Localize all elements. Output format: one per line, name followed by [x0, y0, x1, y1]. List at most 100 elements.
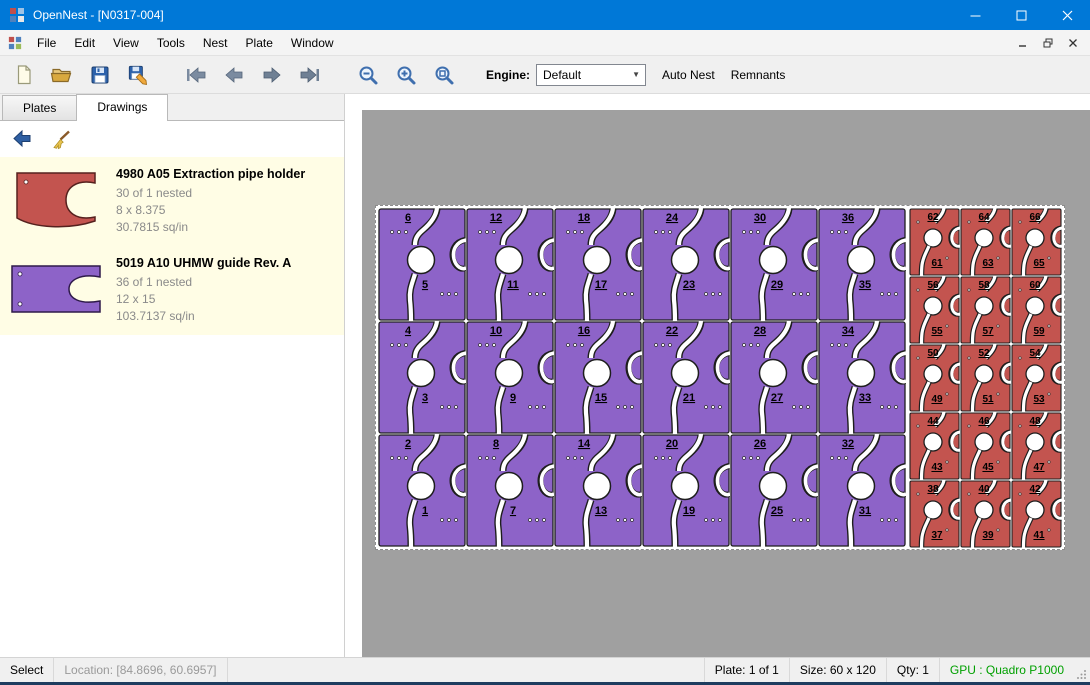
nest-part-pair[interactable]: 28 27: [730, 321, 818, 434]
close-icon: [1062, 10, 1073, 21]
resize-grip[interactable]: [1074, 658, 1090, 682]
nest-part-pair[interactable]: 58 57: [960, 276, 1011, 344]
part-number: 65: [1033, 258, 1045, 269]
drill-hole: [888, 406, 891, 409]
mdi-restore-button[interactable]: [1037, 34, 1059, 52]
nest-part-pair[interactable]: 12 11: [466, 208, 554, 321]
drill-hole: [917, 221, 919, 223]
panel-tabstrip: Plates Drawings: [0, 94, 344, 121]
drill-hole: [757, 231, 760, 234]
nest-part-pair[interactable]: 20 19: [642, 434, 730, 547]
nest-part-pair[interactable]: 46 45: [960, 412, 1011, 480]
nest-part-pair[interactable]: 62 61: [909, 208, 960, 276]
nest-part-pair[interactable]: 22 21: [642, 321, 730, 434]
part-number: 57: [982, 326, 994, 337]
zoom-fit-button[interactable]: [428, 59, 460, 91]
drill-hole: [757, 457, 760, 460]
nest-part-pair[interactable]: 18 17: [554, 208, 642, 321]
drill-hole: [807, 406, 810, 409]
drawings-toolbar: [0, 121, 344, 157]
menu-tools[interactable]: Tools: [148, 32, 194, 54]
nest-part-pair[interactable]: 26 25: [730, 434, 818, 547]
drill-hole: [617, 406, 620, 409]
auto-nest-button[interactable]: Auto Nest: [662, 68, 715, 82]
nest-part-pair[interactable]: 32 31: [818, 434, 906, 547]
drill-hole: [800, 519, 803, 522]
drill-hole: [655, 231, 658, 234]
mdi-close-button[interactable]: [1062, 34, 1084, 52]
next-plate-button[interactable]: [256, 59, 288, 91]
nest-part-pair[interactable]: 36 35: [818, 208, 906, 321]
drill-hole: [838, 344, 841, 347]
nest-canvas[interactable]: 6 5 12 11 18 17 24 23 30 29 36: [362, 110, 1090, 657]
drill-hole: [567, 457, 570, 460]
tab-plates[interactable]: Plates: [2, 95, 77, 120]
drill-hole: [536, 406, 539, 409]
zoom-in-button[interactable]: [390, 59, 422, 91]
menu-nest[interactable]: Nest: [194, 32, 237, 54]
drawing-list-item-1[interactable]: 4980 A05 Extraction pipe holder 30 of 1 …: [0, 157, 344, 246]
nest-part-pair[interactable]: 56 55: [909, 276, 960, 344]
nest-part-pair[interactable]: 2 1: [378, 434, 466, 547]
part-number: 10: [490, 325, 502, 337]
nest-part-pair[interactable]: 40 39: [960, 480, 1011, 548]
previous-plate-button[interactable]: [218, 59, 250, 91]
plate[interactable]: 6 5 12 11 18 17 24 23 30 29 36: [375, 205, 1065, 550]
menu-window[interactable]: Window: [282, 32, 343, 54]
nest-part-pair[interactable]: 50 49: [909, 344, 960, 412]
drill-hole: [662, 344, 665, 347]
save-as-button[interactable]: [122, 59, 154, 91]
menu-view[interactable]: View: [104, 32, 148, 54]
nest-part-pair[interactable]: 10 9: [466, 321, 554, 434]
close-button[interactable]: [1044, 0, 1090, 30]
nest-part-pair[interactable]: 14 13: [554, 434, 642, 547]
nest-part-pair[interactable]: 52 51: [960, 344, 1011, 412]
remnants-button[interactable]: Remnants: [731, 68, 786, 82]
nest-part-pair[interactable]: 30 29: [730, 208, 818, 321]
nest-part-pair[interactable]: 66 65: [1011, 208, 1062, 276]
nest-part-pair[interactable]: 4 3: [378, 321, 466, 434]
drill-hole: [398, 344, 401, 347]
zoom-out-button[interactable]: [352, 59, 384, 91]
clear-drawings-button[interactable]: [48, 125, 76, 153]
nest-part-pair[interactable]: 6 5: [378, 208, 466, 321]
menu-edit[interactable]: Edit: [65, 32, 104, 54]
nest-part-pair[interactable]: 34 33: [818, 321, 906, 434]
save-button[interactable]: [84, 59, 116, 91]
engine-select[interactable]: Default ▼: [536, 64, 646, 86]
nest-part-pair[interactable]: 38 37: [909, 480, 960, 548]
last-plate-button[interactable]: [294, 59, 326, 91]
open-file-button[interactable]: [46, 59, 78, 91]
part-number: 12: [490, 212, 502, 224]
engine-selected-value: Default: [543, 68, 581, 82]
maximize-button[interactable]: [998, 0, 1044, 30]
menu-bar: File Edit View Tools Nest Plate Window: [0, 30, 1090, 56]
drill-hole: [917, 425, 919, 427]
part-number: 44: [927, 416, 939, 427]
nest-part-pair[interactable]: 64 63: [960, 208, 1011, 276]
new-file-button[interactable]: [8, 59, 40, 91]
drill-hole: [567, 344, 570, 347]
nest-part-pair[interactable]: 48 47: [1011, 412, 1062, 480]
nest-part-pair[interactable]: 54 53: [1011, 344, 1062, 412]
nest-part-pair[interactable]: 44 43: [909, 412, 960, 480]
import-drawing-button[interactable]: [8, 125, 36, 153]
minimize-button[interactable]: [952, 0, 998, 30]
drawing-list-item-2[interactable]: 5019 A10 UHMW guide Rev. A 36 of 1 neste…: [0, 246, 344, 335]
nest-part-pair[interactable]: 16 15: [554, 321, 642, 434]
part-number: 55: [931, 326, 943, 337]
new-file-icon: [12, 63, 36, 87]
tab-drawings[interactable]: Drawings: [76, 94, 168, 121]
part-number: 60: [1029, 280, 1041, 291]
drill-hole: [895, 519, 898, 522]
first-plate-button[interactable]: [180, 59, 212, 91]
menu-plate[interactable]: Plate: [237, 32, 282, 54]
nest-part-pair[interactable]: 42 41: [1011, 480, 1062, 548]
nest-part-pair[interactable]: 60 59: [1011, 276, 1062, 344]
mdi-minimize-button[interactable]: [1012, 34, 1034, 52]
nest-part-pair[interactable]: 8 7: [466, 434, 554, 547]
drill-hole: [997, 529, 999, 531]
drill-hole: [655, 457, 658, 460]
menu-file[interactable]: File: [28, 32, 65, 54]
nest-part-pair[interactable]: 24 23: [642, 208, 730, 321]
